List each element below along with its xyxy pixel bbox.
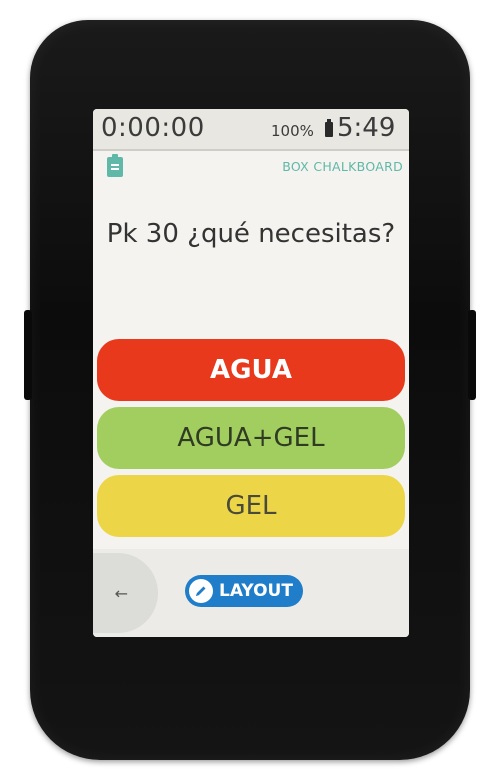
pencil-icon (189, 579, 213, 603)
answer-button-gel[interactable]: GEL (97, 475, 405, 537)
status-bar: 0:00:00 100% 5:49 (93, 109, 409, 151)
battery-percentage: 100% (271, 122, 314, 140)
side-button-right[interactable] (468, 310, 476, 400)
app-label: BOX CHALKBOARD (282, 159, 403, 174)
clock-time: 5:49 (337, 113, 396, 143)
clipboard-icon (107, 154, 123, 177)
answer-label: GEL (225, 491, 277, 521)
layout-button[interactable]: LAYOUT (185, 575, 303, 607)
bottom-bar: ← LAYOUT (93, 549, 409, 637)
device-screen: 0:00:00 100% 5:49 BOX CHALKBOARD Pk 30 ¿… (93, 109, 409, 637)
back-arrow-icon: ← (114, 583, 128, 603)
answer-button-agua-gel[interactable]: AGUA+GEL (97, 407, 405, 469)
question-text: Pk 30 ¿qué necesitas? (106, 219, 396, 249)
side-button-left[interactable] (24, 310, 32, 400)
answer-button-agua[interactable]: AGUA (97, 339, 405, 401)
back-button[interactable]: ← (93, 553, 158, 633)
battery-icon (325, 119, 333, 137)
layout-label: LAYOUT (219, 581, 293, 601)
ride-timer: 0:00:00 (101, 113, 205, 143)
answer-label: AGUA+GEL (177, 423, 325, 453)
answer-label: AGUA (210, 355, 292, 385)
